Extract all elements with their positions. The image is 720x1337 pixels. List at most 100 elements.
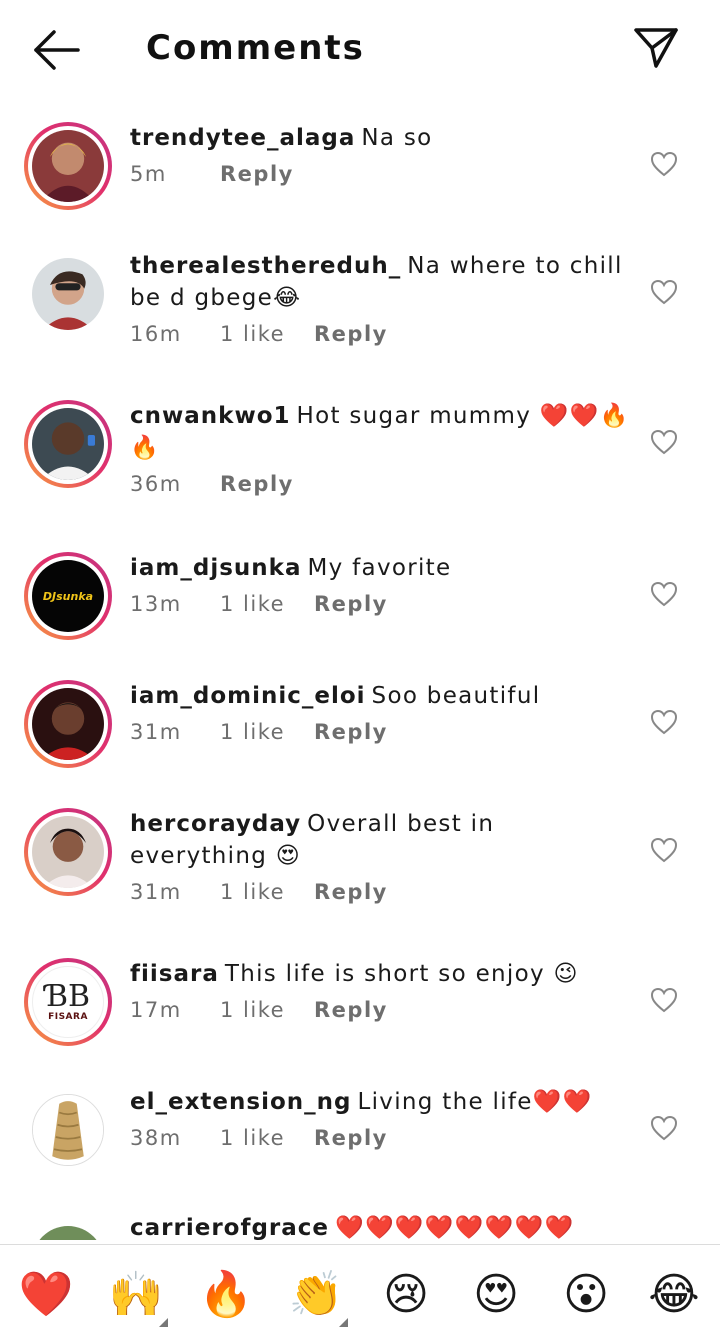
comment-username[interactable]: iam_djsunka xyxy=(130,555,301,581)
comment-username[interactable]: therealesthereduh_ xyxy=(130,253,401,279)
like-comment-button[interactable] xyxy=(650,837,678,863)
reply-button[interactable]: Reply xyxy=(314,720,388,744)
comment-item: el_extension_ng Living the life❤️❤️ 38m 1… xyxy=(0,1086,720,1196)
reply-button[interactable]: Reply xyxy=(314,880,388,904)
comment-username[interactable]: fiisara xyxy=(130,961,219,987)
like-comment-button[interactable] xyxy=(650,581,678,607)
emoji-reaction-bar: ❤️ 🙌 🔥 👏 😢 😍 😮 😂 xyxy=(0,1244,720,1337)
skin-tone-indicator-icon xyxy=(159,1318,168,1327)
page-title: Comments xyxy=(146,28,365,68)
arrow-left-icon xyxy=(34,30,80,70)
avatar-logo-text: FISARA xyxy=(48,1012,88,1022)
comment-item: cnwankwo1 Hot sugar mummy ❤️❤️🔥🔥 36m Repl… xyxy=(0,400,720,540)
surprised-face-icon: 😮 xyxy=(563,1269,609,1320)
reply-button[interactable]: Reply xyxy=(220,162,294,186)
emoji-button-tears-of-joy[interactable]: 😂 xyxy=(646,1267,702,1323)
comment-text: Living the life❤️❤️ xyxy=(357,1089,593,1115)
comment-username[interactable]: trendytee_alaga xyxy=(130,125,355,151)
emoji-button-red-heart[interactable]: ❤️ xyxy=(18,1267,74,1323)
avatar[interactable]: DJsunka xyxy=(24,552,112,640)
crying-face-icon: 😢 xyxy=(383,1269,429,1320)
user-photo-icon xyxy=(32,816,104,888)
comment-likes[interactable]: 1 like xyxy=(220,1126,314,1150)
like-comment-button[interactable] xyxy=(650,429,678,455)
emoji-button-fire[interactable]: 🔥 xyxy=(198,1267,254,1323)
comment-likes[interactable]: 1 like xyxy=(220,880,314,904)
user-photo-icon xyxy=(32,130,104,202)
emoji-button-surprised-face[interactable]: 😮 xyxy=(558,1267,614,1323)
avatar[interactable] xyxy=(24,400,112,488)
comment-likes[interactable]: 1 like xyxy=(220,720,314,744)
user-photo-icon xyxy=(32,258,104,330)
comment-username[interactable]: hercorayday xyxy=(130,811,301,837)
reply-button[interactable]: Reply xyxy=(314,322,388,346)
emoji-button-clapping-hands[interactable]: 👏 xyxy=(288,1267,348,1327)
comment-text-line: cnwankwo1 Hot sugar mummy ❤️❤️🔥🔥 xyxy=(130,400,630,464)
like-comment-button[interactable] xyxy=(650,709,678,735)
emoji-button-raising-hands[interactable]: 🙌 xyxy=(108,1267,168,1327)
comment-item: ƁB FISARA fiisara This life is short so e… xyxy=(0,958,720,1068)
heart-outline-icon xyxy=(650,151,678,177)
comment-time: 31m xyxy=(130,880,182,904)
comment-text: This life is short so enjoy 😉 xyxy=(224,961,579,987)
reply-button[interactable]: Reply xyxy=(220,472,294,496)
user-photo-icon xyxy=(32,1226,104,1240)
comment-time: 38m xyxy=(130,1126,182,1150)
comment-text-line: fiisara This life is short so enjoy 😉 xyxy=(130,958,630,990)
reply-button[interactable]: Reply xyxy=(314,1126,388,1150)
paper-plane-icon xyxy=(634,28,678,68)
comment-text: My favorite xyxy=(307,555,452,581)
heart-eyes-icon: 😍 xyxy=(473,1269,519,1320)
comment-username[interactable]: el_extension_ng xyxy=(130,1089,351,1115)
like-comment-button[interactable] xyxy=(650,151,678,177)
avatar[interactable] xyxy=(24,680,112,768)
heart-outline-icon xyxy=(650,1115,678,1141)
comment-username[interactable]: cnwankwo1 xyxy=(130,403,291,429)
comment-text-line: iam_dominic_eloi Soo beautiful xyxy=(130,680,630,712)
back-button[interactable] xyxy=(30,28,82,72)
emoji-button-crying-face[interactable]: 😢 xyxy=(378,1267,434,1323)
comment-text-line: el_extension_ng Living the life❤️❤️ xyxy=(130,1086,630,1118)
avatar[interactable] xyxy=(24,1086,112,1174)
comment-text-line: hercorayday Overall best in everything 😍 xyxy=(130,808,630,872)
comment-likes[interactable]: 1 like xyxy=(220,592,314,616)
reply-button[interactable]: Reply xyxy=(314,998,388,1022)
clapping-hands-icon: 👏 xyxy=(288,1269,344,1320)
comment-time: 13m xyxy=(130,592,182,616)
comment-likes[interactable]: 1 like xyxy=(220,998,314,1022)
avatar[interactable] xyxy=(24,122,112,210)
comment-username[interactable]: carrierofgrace xyxy=(130,1215,329,1240)
tears-of-joy-icon: 😂 xyxy=(648,1269,700,1320)
heart-outline-icon xyxy=(650,279,678,305)
raising-hands-icon: 🙌 xyxy=(108,1269,164,1320)
comment-likes[interactable]: 1 like xyxy=(220,322,314,346)
avatar[interactable] xyxy=(24,250,112,338)
heart-outline-icon xyxy=(650,581,678,607)
like-comment-button[interactable] xyxy=(650,987,678,1013)
share-button[interactable] xyxy=(630,24,682,72)
avatar[interactable]: ƁB FISARA xyxy=(24,958,112,1046)
comment-text-line: therealesthereduh_ Na where to chill be d… xyxy=(130,250,630,314)
like-comment-button[interactable] xyxy=(650,279,678,305)
comment-text: Na so xyxy=(361,125,433,151)
comment-text: Soo beautiful xyxy=(371,683,541,709)
comment-time: 31m xyxy=(130,720,182,744)
comment-item: carrierofgrace ❤️❤️❤️❤️❤️❤️❤️❤️ xyxy=(0,1212,720,1240)
comment-text: ❤️❤️❤️❤️❤️❤️❤️❤️ xyxy=(335,1215,575,1240)
avatar[interactable] xyxy=(24,1218,112,1240)
like-comment-button[interactable] xyxy=(650,1115,678,1141)
comment-time: 5m xyxy=(130,162,167,186)
user-photo-icon xyxy=(32,408,104,480)
user-photo-icon xyxy=(32,688,104,760)
comment-time: 16m xyxy=(130,322,182,346)
comment-item: DJsunka iam_djsunka My favorite 13m 1 lik… xyxy=(0,552,720,662)
avatar[interactable] xyxy=(24,808,112,896)
comment-text-line: trendytee_alaga Na so xyxy=(130,122,630,154)
reply-button[interactable]: Reply xyxy=(314,592,388,616)
comment-username[interactable]: iam_dominic_eloi xyxy=(130,683,366,709)
emoji-button-heart-eyes[interactable]: 😍 xyxy=(468,1267,524,1323)
heart-outline-icon xyxy=(650,837,678,863)
comment-item: therealesthereduh_ Na where to chill be d… xyxy=(0,250,720,390)
comments-list[interactable]: trendytee_alaga Na so 5m Reply thereales… xyxy=(0,100,720,1240)
comment-item: trendytee_alaga Na so 5m Reply xyxy=(0,122,720,232)
